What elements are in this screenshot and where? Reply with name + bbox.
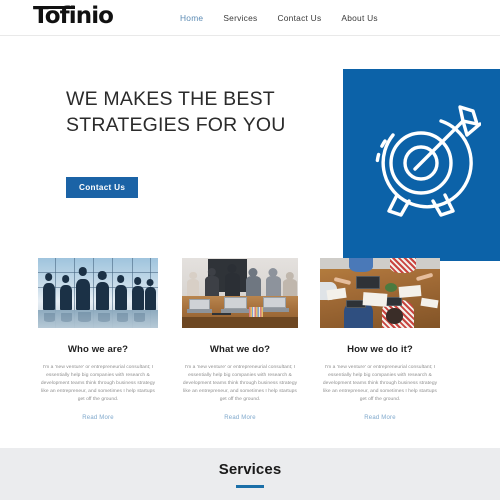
services-section: Services	[0, 448, 500, 500]
feature-card: Who we are? I'm a 'new venture' or entre…	[38, 258, 158, 421]
team-collaboration-table-top-view-photo	[320, 258, 440, 328]
feature-card: What we do? I'm a 'new venture' or entre…	[182, 258, 298, 421]
nav-item-services[interactable]: Services	[223, 13, 257, 23]
card-title: Who we are?	[67, 344, 129, 355]
hero-section: WE MAKES THE BEST STRATEGIES FOR YOU Con…	[0, 36, 500, 261]
main-nav: Home Services Contact Us About Us	[180, 0, 378, 36]
card-body-text: I'm a 'new venture' or entrepreneurial c…	[322, 365, 438, 402]
feature-card: How we do it? I'm a 'new venture' or ent…	[320, 258, 440, 421]
logo-overline	[35, 6, 75, 9]
card-read-more-link[interactable]: Read More	[38, 415, 158, 421]
card-title: How we do it?	[347, 344, 413, 355]
card-body-text: I'm a 'new venture' or entrepreneurial c…	[182, 365, 298, 402]
card-title: What we do?	[209, 344, 271, 355]
business-team-silhouette-photo	[38, 258, 158, 328]
hero-title: WE MAKES THE BEST STRATEGIES FOR YOU	[66, 88, 286, 136]
nav-item-home[interactable]: Home	[180, 13, 203, 23]
nav-item-about-us[interactable]: About Us	[341, 13, 377, 23]
site-header: Tofinio Home Services Contact Us About U…	[0, 0, 500, 36]
services-heading: Services	[218, 461, 282, 478]
card-body-text: I'm a 'new venture' or entrepreneurial c…	[40, 365, 156, 402]
services-underline-accent	[236, 485, 264, 488]
card-image-how-we-do-it	[320, 258, 440, 328]
hero-blue-panel	[343, 69, 500, 261]
office-meeting-desk-photo	[182, 258, 298, 328]
page-root: Tofinio Home Services Contact Us About U…	[0, 0, 500, 500]
nav-item-contact-us[interactable]: Contact Us	[277, 13, 321, 23]
card-read-more-link[interactable]: Read More	[182, 415, 298, 421]
feature-cards: Who we are? I'm a 'new venture' or entre…	[0, 258, 500, 440]
card-read-more-link[interactable]: Read More	[320, 415, 440, 421]
site-logo[interactable]: Tofinio	[33, 3, 114, 30]
card-image-what-we-do	[182, 258, 298, 328]
hero-contact-us-button[interactable]: Contact Us	[66, 177, 139, 198]
card-image-who-we-are	[38, 258, 158, 328]
target-arrow-icon	[375, 105, 481, 217]
